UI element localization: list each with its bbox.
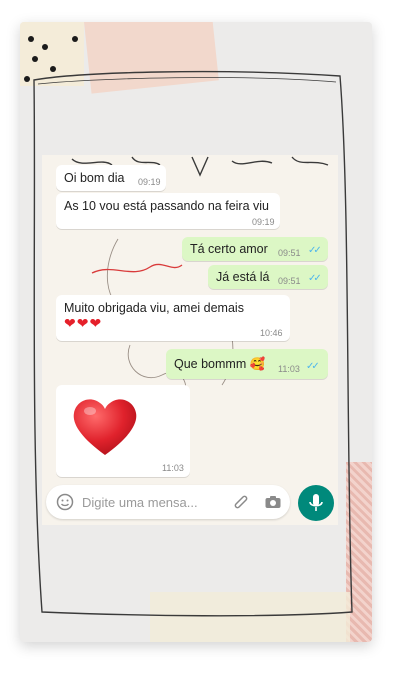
record-voice-button[interactable] — [298, 485, 334, 521]
read-ticks-icon: ✓✓ — [306, 361, 320, 372]
outgoing-message[interactable]: Tá certo amor 09:51 ✓✓ — [182, 237, 328, 261]
message-time: 11:03 — [278, 364, 300, 374]
incoming-message[interactable]: Muito obrigada viu, amei demais ❤❤❤ 10:4… — [56, 295, 290, 341]
message-text: Tá certo amor — [190, 242, 268, 256]
incoming-message[interactable]: As 10 vou está passando na feira viu 09:… — [56, 193, 280, 229]
red-heart-sticker-icon — [73, 399, 137, 455]
microphone-icon — [309, 494, 323, 511]
message-time: 11:03 — [162, 463, 184, 473]
message-time: 09:19 — [252, 217, 275, 227]
message-text: As 10 vou está passando na feira viu — [64, 199, 269, 213]
outgoing-message[interactable]: Que bommm 🥰 11:03 ✓✓ — [166, 349, 328, 379]
heart-sticker-message[interactable]: 11:03 — [56, 385, 190, 477]
heart-emojis: ❤❤❤ — [64, 315, 103, 331]
emoji-icon[interactable] — [56, 493, 74, 511]
message-text: Muito obrigada viu, amei demais — [64, 301, 244, 315]
whatsapp-chat-screenshot: Oi bom dia 09:19 As 10 vou está passando… — [42, 155, 338, 525]
message-text: Que bommm 🥰 — [174, 357, 266, 371]
message-time: 10:46 — [260, 328, 283, 338]
outgoing-message[interactable]: Já está lá 09:51 ✓✓ — [208, 265, 328, 289]
message-text: Já está lá — [216, 270, 270, 284]
read-ticks-icon: ✓✓ — [308, 245, 322, 256]
message-input-bar[interactable]: Digite uma mensa... — [46, 485, 290, 519]
incoming-message[interactable]: Oi bom dia 09:19 — [56, 165, 166, 191]
camera-icon[interactable] — [264, 493, 282, 511]
attach-icon[interactable] — [232, 493, 250, 511]
message-time: 09:51 — [278, 248, 301, 258]
read-ticks-icon: ✓✓ — [308, 273, 322, 284]
message-input[interactable]: Digite uma mensa... — [82, 495, 198, 510]
message-text: Oi bom dia — [64, 171, 125, 185]
message-time: 09:51 — [278, 276, 301, 286]
message-time: 09:19 — [138, 177, 161, 187]
